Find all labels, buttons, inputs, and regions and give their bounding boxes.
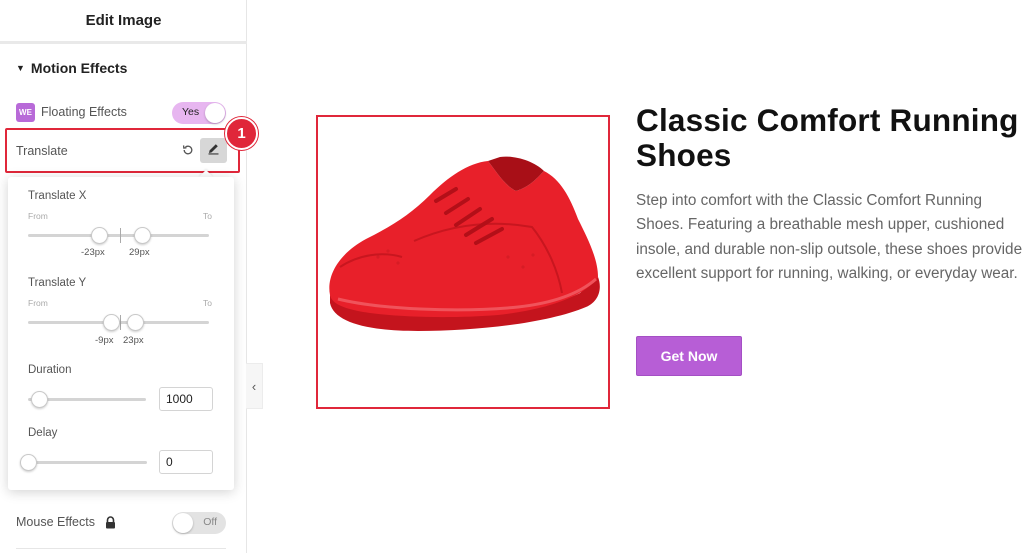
delay-slider-handle[interactable] <box>20 454 37 471</box>
translate-x-to-value: 29px <box>129 247 150 258</box>
product-description: Step into comfort with the Classic Comfo… <box>636 192 1023 282</box>
delay-slider-track[interactable] <box>20 461 147 464</box>
delay-label: Delay <box>28 427 58 439</box>
translate-x-from-value: -23px <box>81 247 105 258</box>
delay-input[interactable] <box>159 450 213 474</box>
translate-x-to-label: To <box>203 211 212 221</box>
panel-title: Edit Image <box>85 12 162 29</box>
duration-label: Duration <box>28 364 72 376</box>
product-image-frame[interactable] <box>316 115 610 409</box>
motion-effects-section-toggle[interactable]: ▼ Motion Effects <box>16 60 127 76</box>
toggle-off-text: Off <box>203 516 217 528</box>
motion-effects-title: Motion Effects <box>30 60 128 76</box>
translate-y-from-label: From <box>28 298 48 308</box>
divider <box>16 548 226 549</box>
step-number-badge: 1 <box>225 117 258 150</box>
pro-badge-icon: WE <box>16 102 35 122</box>
floating-effects-row: WE Floating Effects Yes <box>16 101 226 124</box>
translate-popover: Translate X From To -23px 29px Translate… <box>8 177 234 490</box>
translate-x-label: Translate X <box>28 190 87 202</box>
floating-effects-label: Floating Effects <box>41 105 127 119</box>
toggle-yes-text: Yes <box>182 106 200 118</box>
red-running-shoe-image <box>329 156 600 331</box>
edit-translate-button[interactable] <box>200 138 227 163</box>
translate-x-track[interactable] <box>28 234 209 237</box>
translate-control: Translate <box>5 128 240 173</box>
toggle-knob <box>173 513 193 533</box>
collapse-panel-button[interactable]: ‹ <box>246 363 263 409</box>
chevron-left-icon: ‹ <box>251 378 257 394</box>
translate-y-to-label: To <box>203 298 212 308</box>
get-now-button[interactable]: Get Now <box>636 336 742 376</box>
reset-icon[interactable] <box>182 144 194 159</box>
translate-x-to-handle[interactable] <box>134 227 151 244</box>
duration-input[interactable] <box>159 387 213 411</box>
translate-label: Translate <box>16 144 68 158</box>
panel-header: Edit Image <box>0 0 247 44</box>
translate-y-from-value: -9px <box>95 335 114 346</box>
pencil-icon <box>207 142 220 160</box>
product-title: Classic Comfort Running Shoes <box>636 102 1019 173</box>
translate-x-from-label: From <box>28 211 48 221</box>
mouse-effects-toggle[interactable]: Off <box>172 512 226 534</box>
caret-down-icon: ▼ <box>16 63 25 73</box>
translate-y-from-handle[interactable] <box>103 314 120 331</box>
lock-icon <box>105 515 116 529</box>
floating-effects-toggle[interactable]: Yes <box>172 102 226 124</box>
mouse-effects-row: Mouse Effects Off <box>16 511 226 534</box>
translate-x-center-tick <box>120 228 121 243</box>
duration-slider-handle[interactable] <box>31 391 48 408</box>
translate-y-to-handle[interactable] <box>127 314 144 331</box>
mouse-effects-label: Mouse Effects <box>16 515 95 529</box>
translate-x-from-handle[interactable] <box>91 227 108 244</box>
toggle-knob <box>205 103 225 123</box>
translate-y-to-value: 23px <box>123 335 144 346</box>
translate-y-label: Translate Y <box>28 277 87 289</box>
translate-y-center-tick <box>120 315 121 330</box>
